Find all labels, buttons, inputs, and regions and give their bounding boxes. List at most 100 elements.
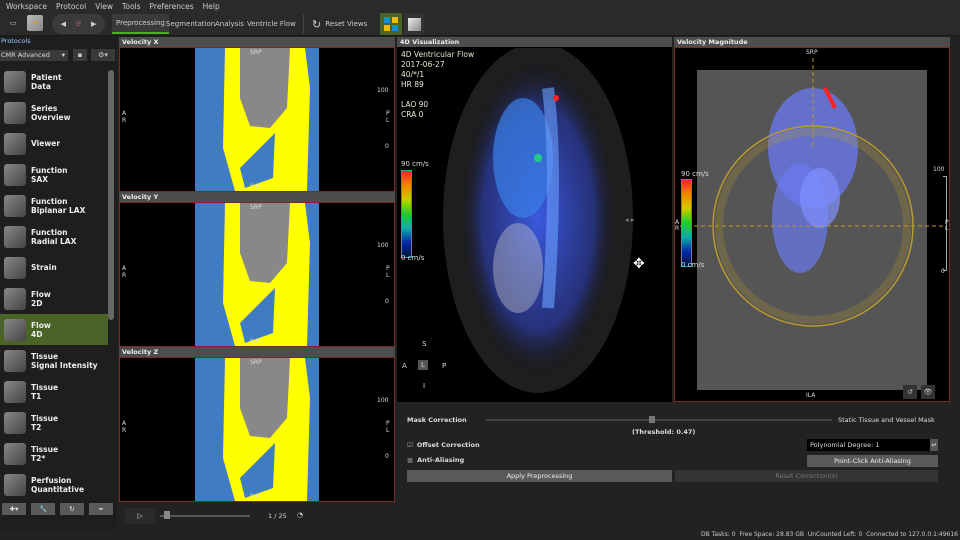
- protocol-icon: [4, 473, 26, 496]
- nav-arrows-icon[interactable]: ◂ ▸: [625, 216, 634, 224]
- velocity-y-header: Velocity Y: [119, 192, 395, 202]
- protocol-item[interactable]: Flow 4D: [0, 314, 108, 345]
- mask-threshold-handle[interactable]: [648, 416, 655, 423]
- anti-aliasing-checkbox[interactable]: ■ Anti-Aliasing: [407, 456, 464, 464]
- speed-icon[interactable]: ◔: [293, 508, 307, 522]
- menu-workspace[interactable]: Workspace: [6, 2, 47, 11]
- remove-button[interactable]: ━: [89, 503, 113, 515]
- protocol-item[interactable]: Tissue T2*: [0, 438, 108, 469]
- scale-max: 100: [933, 166, 945, 173]
- protocol-icon: [4, 225, 26, 248]
- protocol-nav: ◀ ᘓ ▶: [52, 14, 105, 34]
- protocol-item[interactable]: Tissue Signal Intensity: [0, 345, 108, 376]
- viz4d-header: 4D Visualization: [397, 37, 672, 47]
- magnitude-viewport[interactable]: SRP ILA 100 0 A R P L 90 cm/s 0 cm/s ↺ 👁: [674, 47, 950, 402]
- frame-slider-handle[interactable]: [163, 511, 170, 519]
- viz4d-info: 4D Ventricular Flow 2017-06-27 40/*/1 HR 89…: [401, 50, 474, 120]
- offset-correction-checkbox[interactable]: ☑ Offset Correction: [407, 441, 480, 449]
- protocol-item[interactable]: Function Biplanar LAX: [0, 190, 108, 221]
- next-icon[interactable]: ▶: [91, 20, 96, 28]
- prev-icon[interactable]: ◀: [61, 20, 66, 28]
- protocol-item[interactable]: Function Radial LAX: [0, 221, 108, 252]
- add-button[interactable]: ✚▾: [2, 503, 26, 515]
- polynomial-degree-spinbox[interactable]: Polynomial Degree: 1: [807, 439, 930, 451]
- mask-threshold-slider[interactable]: [486, 419, 832, 421]
- magnitude-header: Velocity Magnitude: [674, 37, 950, 47]
- menu-help[interactable]: Help: [203, 2, 220, 11]
- colorbar-min-label: 0 cm/s: [401, 254, 425, 262]
- protocol-icon: [4, 194, 26, 217]
- protocol-item[interactable]: Patient Data: [0, 66, 108, 97]
- mag-colorbar-max: 90 cm/s: [681, 170, 709, 178]
- velocity-x-header: Velocity X: [119, 37, 395, 47]
- layout-grid-button[interactable]: [380, 13, 402, 35]
- viz-info-line: 40/*/1: [401, 70, 425, 79]
- reset-views-button[interactable]: ↻ Reset Views: [303, 14, 367, 34]
- menu-view[interactable]: View: [95, 2, 113, 11]
- protocol-item[interactable]: Function SAX: [0, 159, 108, 190]
- single-view-icon: [407, 17, 421, 31]
- protocol-icon: [4, 70, 26, 93]
- frame-counter: 1 / 25: [268, 512, 287, 520]
- protocol-item[interactable]: Strain: [0, 252, 108, 283]
- protocol-select[interactable]: CMR Advanced ▾: [0, 50, 68, 61]
- menu-tools[interactable]: Tools: [122, 2, 140, 11]
- mag-colorbar: [681, 179, 692, 267]
- monitor-icon[interactable]: ▭: [6, 16, 20, 30]
- threshold-label: (Threshold: 0.47): [632, 428, 696, 436]
- reset-icon: ↻: [312, 17, 322, 31]
- viz-info-line: 2017-06-27: [401, 60, 445, 69]
- eye-icon[interactable]: 👁: [921, 385, 935, 399]
- protocol-list-scrollbar[interactable]: [108, 70, 114, 320]
- mag-colorbar-min: 0 cm/s: [681, 261, 705, 269]
- grid-icon: [384, 17, 398, 31]
- reset-rotation-icon[interactable]: ↺: [903, 385, 917, 399]
- protocol-icon: [4, 163, 26, 186]
- protocol-item[interactable]: Viewer: [0, 128, 108, 159]
- settings-gear-icon[interactable]: ⚙▾: [91, 49, 115, 61]
- apply-preprocessing-button[interactable]: Apply Preprocessing: [407, 470, 672, 482]
- tab-preprocessing[interactable]: Preprocessing: [112, 14, 169, 34]
- move-cursor-icon: ✥: [633, 256, 645, 272]
- protocol-item[interactable]: Perfusion Quantitative: [0, 469, 108, 500]
- protocol-icon: [4, 318, 26, 341]
- protocol-icon: [4, 411, 26, 434]
- wrench-icon: 🔧: [38, 505, 48, 513]
- orient-left: A R: [675, 219, 680, 232]
- protocol-item[interactable]: Tissue T2: [0, 407, 108, 438]
- spin-arrows-icon[interactable]: ▴▾: [930, 439, 938, 451]
- flow4d-icon: ᘓ: [76, 19, 81, 28]
- refresh-button[interactable]: ↻: [60, 503, 84, 515]
- protocol-icon: [4, 349, 26, 372]
- velocity-x-viewport[interactable]: SRP ILA A R P L 100 0: [119, 47, 395, 192]
- viz-info-line: [401, 90, 474, 100]
- colorbar-max-label: 90 cm/s: [401, 160, 429, 168]
- protocol-item[interactable]: Tissue T1: [0, 376, 108, 407]
- play-button[interactable]: ▷: [125, 508, 155, 524]
- velocity-y-viewport[interactable]: SRP ILA A R P L 100 0: [119, 202, 395, 347]
- protocol-item[interactable]: Flow 2D: [0, 283, 108, 314]
- tools-button[interactable]: 🔧: [31, 503, 55, 515]
- protocols-label: Protocols: [1, 37, 31, 45]
- layout-single-button[interactable]: [404, 13, 424, 35]
- reset-corrections-button[interactable]: Reset Correction(s): [675, 470, 938, 482]
- mask-correction-label: Mask Correction: [407, 416, 467, 424]
- load-series-icon[interactable]: ➜: [27, 15, 43, 31]
- protocol-icon: [4, 101, 26, 124]
- velocity-z-viewport[interactable]: SRP ILA A R P L 100 0: [119, 357, 395, 502]
- save-icon[interactable]: ▪: [73, 49, 87, 61]
- protocol-icon: [4, 380, 26, 403]
- plus-icon: ✚▾: [9, 505, 19, 513]
- colorbar: [401, 170, 412, 258]
- tab-ventricle-flow[interactable]: Ventricle Flow: [243, 14, 300, 34]
- frame-slider[interactable]: [160, 515, 250, 517]
- protocol-icon: [4, 256, 26, 279]
- menu-preferences[interactable]: Preferences: [150, 2, 194, 11]
- slice-image: [195, 48, 319, 191]
- menu-protocol[interactable]: Protocol: [56, 2, 86, 11]
- point-click-anti-aliasing-button[interactable]: Point-Click Anti-Aliasing: [807, 455, 938, 467]
- chevron-down-icon: ▾: [61, 51, 65, 59]
- protocol-item[interactable]: Series Overview: [0, 97, 108, 128]
- orient-top: SRP: [806, 49, 818, 56]
- checkbox-icon: ☑: [407, 441, 413, 449]
